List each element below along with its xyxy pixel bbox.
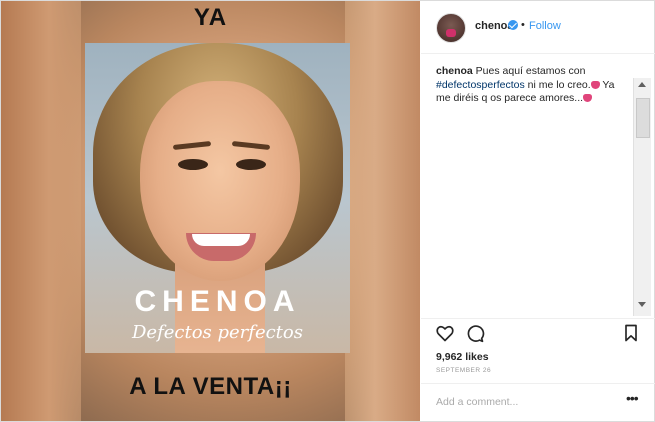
scroll-thumb[interactable] — [636, 98, 650, 138]
avatar-mask-detail — [446, 29, 456, 37]
comment-bubble-icon[interactable] — [465, 323, 485, 343]
hashtag-link[interactable]: #defectosperfectos — [436, 79, 525, 91]
post-actions — [421, 319, 655, 349]
right-eyebrow — [231, 141, 271, 150]
image-caption-bottom: A LA VENTA¡¡ — [129, 373, 292, 400]
separator-dot: • — [521, 19, 525, 31]
cover-face — [140, 81, 300, 281]
comment-input[interactable]: Add a comment... — [436, 396, 518, 408]
book-cover: CHENOA Defectos perfectos — [85, 43, 350, 353]
image-caption-top: YA — [193, 4, 228, 31]
likes-count[interactable]: 9,962 likes — [436, 351, 489, 363]
scroll-down-arrow-icon[interactable] — [638, 302, 646, 307]
avatar[interactable] — [436, 13, 466, 43]
left-eye — [178, 159, 208, 170]
book-author: CHENOA — [134, 285, 301, 318]
right-eye — [236, 159, 266, 170]
book-title: Defectos perfectos — [132, 322, 303, 343]
post-caption: chenoa Pues aquí estamos con #defectospe… — [436, 65, 631, 106]
blurred-background-right — [345, 1, 420, 421]
bookmark-icon[interactable] — [621, 323, 641, 343]
caption-text-2: ni me lo creo. — [524, 78, 591, 91]
instagram-post-embed: YA CHENOA Defectos perfectos A LA VENTA¡… — [0, 0, 655, 422]
heart-icon[interactable] — [435, 323, 455, 343]
comments-scrollbar[interactable] — [633, 78, 651, 316]
teeth — [192, 234, 250, 246]
caption-username-link[interactable]: chenoa — [436, 65, 473, 77]
post-sidebar: chenoa • Follow chenoa Pues aquí estamos… — [421, 1, 655, 421]
follow-button[interactable]: Follow — [529, 20, 561, 32]
post-image[interactable]: YA CHENOA Defectos perfectos A LA VENTA¡… — [1, 1, 420, 421]
comments-area: chenoa Pues aquí estamos con #defectospe… — [421, 54, 655, 319]
left-eyebrow — [172, 141, 212, 150]
add-comment-bar: Add a comment... ••• — [421, 383, 655, 422]
post-header: chenoa • Follow — [421, 1, 655, 54]
scroll-up-arrow-icon[interactable] — [638, 82, 646, 87]
post-date: SEPTEMBER 26 — [436, 367, 492, 374]
kiss-emoji-icon — [583, 94, 593, 102]
caption-text-1: Pues aquí estamos con — [472, 65, 586, 77]
blurred-background-left — [1, 1, 81, 421]
kiss-emoji-icon — [590, 80, 600, 89]
verified-badge-icon — [508, 20, 518, 30]
more-options-icon[interactable]: ••• — [626, 390, 639, 406]
